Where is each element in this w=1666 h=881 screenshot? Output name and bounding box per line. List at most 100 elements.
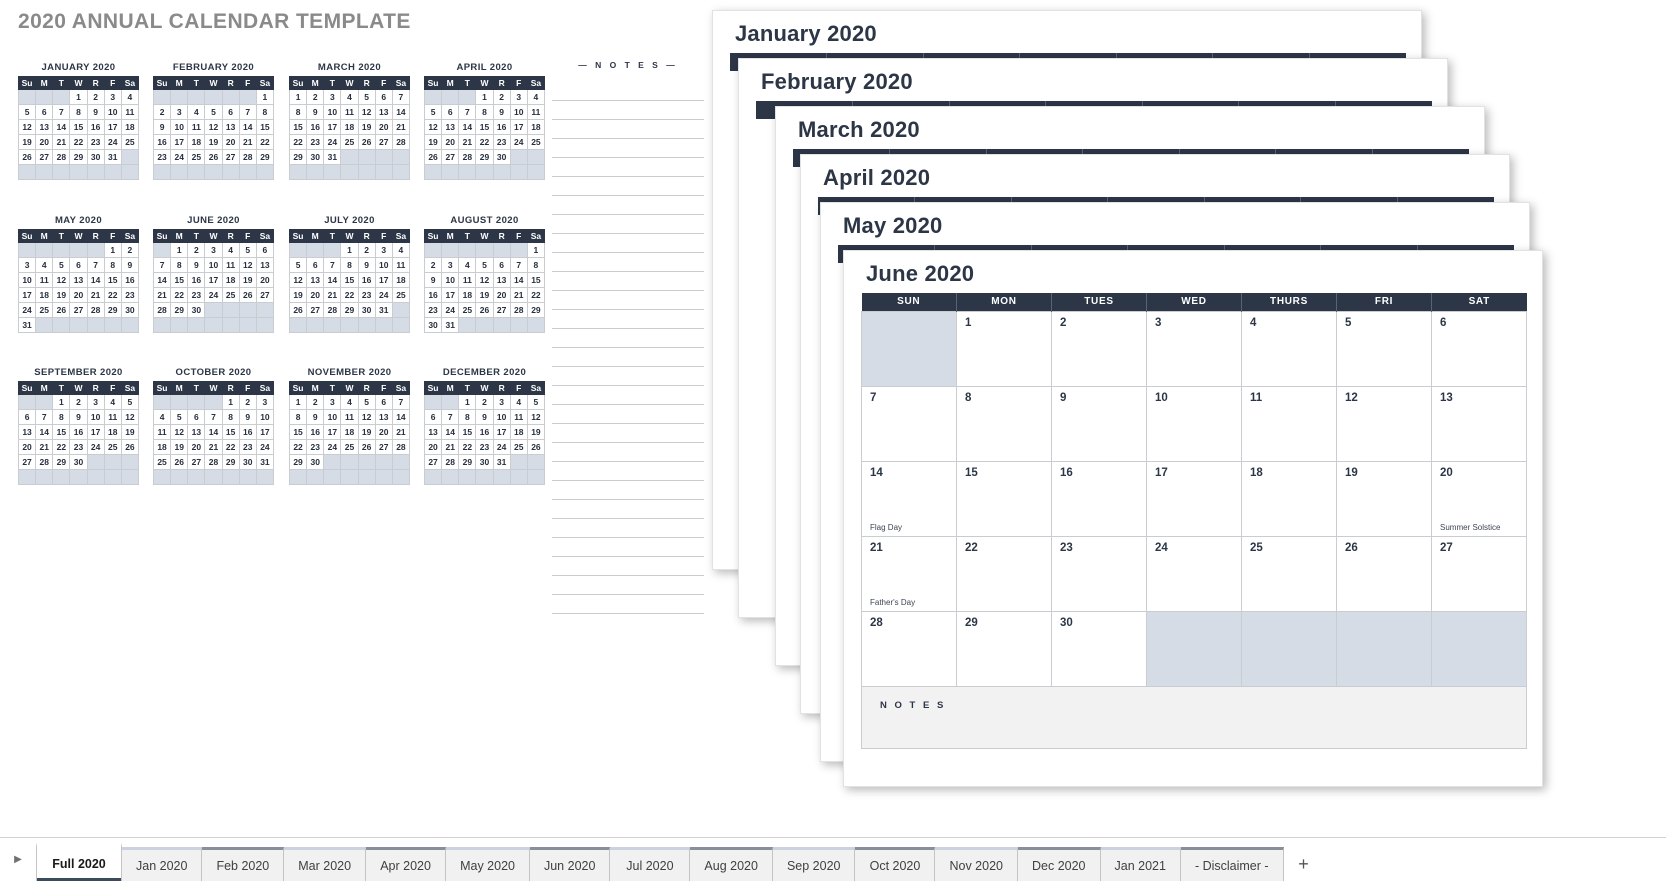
mini-day-cell-empty[interactable] <box>204 89 223 105</box>
mini-day-cell[interactable]: 15 <box>288 424 308 440</box>
mini-day-cell[interactable]: 4 <box>187 104 206 120</box>
month-notes-box[interactable]: N O T E S <box>861 686 1527 749</box>
mini-day-cell[interactable]: 3 <box>255 394 275 410</box>
mini-day-cell[interactable]: 30 <box>423 317 443 333</box>
mini-day-cell[interactable]: 15 <box>526 272 546 288</box>
sheet-tab-apr-2020[interactable]: Apr 2020 <box>366 847 447 881</box>
mini-day-cell[interactable]: 29 <box>103 302 122 318</box>
mini-day-cell[interactable]: 19 <box>526 424 546 440</box>
mini-day-cell[interactable]: 21 <box>152 287 172 303</box>
mini-day-cell[interactable]: 5 <box>238 242 257 258</box>
mini-day-cell[interactable]: 12 <box>204 119 223 135</box>
mini-day-cell[interactable]: 12 <box>17 119 37 135</box>
mini-day-cell[interactable]: 19 <box>120 424 140 440</box>
mini-day-cell-empty[interactable] <box>441 89 460 105</box>
mini-day-cell[interactable]: 16 <box>120 272 140 288</box>
month-card-june[interactable]: June 2020 SUN MON TUES WED THURS FRI SAT 1 2 3 4 5 6 7… <box>843 250 1543 787</box>
day-cell[interactable]: 7 <box>861 385 957 462</box>
sheet-tab-disclaimer[interactable]: - Disclaimer - <box>1180 847 1284 881</box>
mini-day-cell-empty[interactable] <box>374 317 393 333</box>
mini-day-cell-empty[interactable] <box>17 394 37 410</box>
notes-line[interactable] <box>552 196 704 215</box>
mini-day-cell[interactable]: 8 <box>103 257 122 273</box>
mini-day-cell-empty[interactable] <box>323 164 342 180</box>
mini-day-cell[interactable]: 8 <box>170 257 189 273</box>
mini-day-cell[interactable]: 28 <box>204 454 223 470</box>
mini-day-cell[interactable]: 13 <box>187 424 206 440</box>
mini-day-cell[interactable]: 31 <box>441 317 460 333</box>
notes-line[interactable] <box>552 158 704 177</box>
mini-day-cell-empty[interactable] <box>187 317 206 333</box>
mini-day-cell-empty[interactable] <box>357 454 376 470</box>
mini-day-cell-empty[interactable] <box>255 469 275 485</box>
mini-day-cell[interactable]: 2 <box>120 242 140 258</box>
mini-day-cell[interactable]: 8 <box>255 104 275 120</box>
mini-day-cell-empty[interactable] <box>340 469 359 485</box>
mini-day-cell-empty[interactable] <box>52 317 71 333</box>
mini-day-cell[interactable]: 15 <box>475 119 494 135</box>
mini-day-cell[interactable]: 30 <box>86 149 105 165</box>
mini-day-cell[interactable]: 3 <box>509 89 528 105</box>
mini-day-cell[interactable]: 3 <box>204 242 223 258</box>
mini-day-cell[interactable]: 17 <box>441 287 460 303</box>
mini-day-cell-empty[interactable] <box>35 89 54 105</box>
mini-day-cell[interactable]: 4 <box>103 394 122 410</box>
mini-day-cell-empty[interactable] <box>187 469 206 485</box>
day-cell[interactable]: 26 <box>1336 535 1432 612</box>
mini-day-cell-empty[interactable] <box>391 317 411 333</box>
mini-day-cell-empty[interactable] <box>509 242 528 258</box>
mini-day-cell[interactable]: 5 <box>475 257 494 273</box>
mini-day-cell[interactable]: 8 <box>69 104 88 120</box>
day-cell[interactable]: 30 <box>1051 610 1147 687</box>
mini-day-cell[interactable]: 1 <box>475 89 494 105</box>
mini-day-cell[interactable]: 1 <box>526 242 546 258</box>
mini-day-cell-empty[interactable] <box>458 164 477 180</box>
mini-day-cell-empty[interactable] <box>187 89 206 105</box>
mini-day-cell[interactable]: 8 <box>526 257 546 273</box>
mini-day-cell[interactable]: 4 <box>120 89 140 105</box>
mini-day-cell[interactable]: 7 <box>204 409 223 425</box>
mini-day-cell-empty[interactable] <box>17 469 37 485</box>
mini-day-cell[interactable]: 6 <box>35 104 54 120</box>
mini-day-cell-empty[interactable] <box>221 89 240 105</box>
mini-day-cell[interactable]: 23 <box>152 149 172 165</box>
mini-day-cell[interactable]: 10 <box>103 104 122 120</box>
mini-day-cell[interactable]: 5 <box>357 394 376 410</box>
mini-day-cell-empty[interactable] <box>526 164 546 180</box>
sheet-tab-sep-2020[interactable]: Sep 2020 <box>772 847 856 881</box>
mini-day-cell[interactable]: 9 <box>306 104 325 120</box>
day-cell[interactable]: 28 <box>861 610 957 687</box>
mini-day-cell[interactable]: 20 <box>374 424 393 440</box>
mini-day-cell-empty[interactable] <box>86 242 105 258</box>
mini-day-cell[interactable]: 2 <box>357 242 376 258</box>
mini-day-cell[interactable]: 18 <box>120 119 140 135</box>
mini-day-cell[interactable]: 5 <box>526 394 546 410</box>
mini-day-cell[interactable]: 22 <box>288 134 308 150</box>
mini-day-cell-empty[interactable] <box>221 469 240 485</box>
mini-calendar-table[interactable]: Su M T W R F Sa 1 2 3 4 5 6 7 8 9 10 11 12 13 14 15 16 17 18 19 20… <box>288 229 411 333</box>
mini-day-cell[interactable]: 1 <box>458 394 477 410</box>
mini-day-cell[interactable]: 16 <box>69 424 88 440</box>
mini-day-cell[interactable]: 25 <box>526 134 546 150</box>
mini-day-cell[interactable]: 13 <box>374 409 393 425</box>
mini-day-cell-empty[interactable] <box>170 164 189 180</box>
notes-line[interactable] <box>552 139 704 158</box>
mini-day-cell[interactable]: 3 <box>323 89 342 105</box>
mini-day-cell[interactable]: 17 <box>509 119 528 135</box>
mini-day-cell[interactable]: 18 <box>340 119 359 135</box>
mini-day-cell-empty[interactable] <box>340 164 359 180</box>
notes-line[interactable] <box>552 310 704 329</box>
mini-day-cell[interactable]: 11 <box>340 409 359 425</box>
mini-day-cell[interactable]: 4 <box>340 89 359 105</box>
mini-day-cell[interactable]: 14 <box>458 119 477 135</box>
mini-day-cell-empty[interactable] <box>306 164 325 180</box>
mini-calendar-table[interactable]: Su M T W R F Sa 1 2 3 4 5 6 7 8 9 10 11 12 13 14 15 16 17 18 19 20… <box>17 229 140 333</box>
mini-day-cell[interactable]: 7 <box>152 257 172 273</box>
mini-day-cell[interactable]: 27 <box>492 302 511 318</box>
mini-day-cell[interactable]: 25 <box>221 287 240 303</box>
mini-day-cell[interactable]: 25 <box>120 134 140 150</box>
mini-day-cell[interactable]: 8 <box>52 409 71 425</box>
mini-day-cell[interactable]: 9 <box>306 409 325 425</box>
mini-day-cell[interactable]: 10 <box>204 257 223 273</box>
add-sheet-button[interactable]: + <box>1283 847 1324 881</box>
